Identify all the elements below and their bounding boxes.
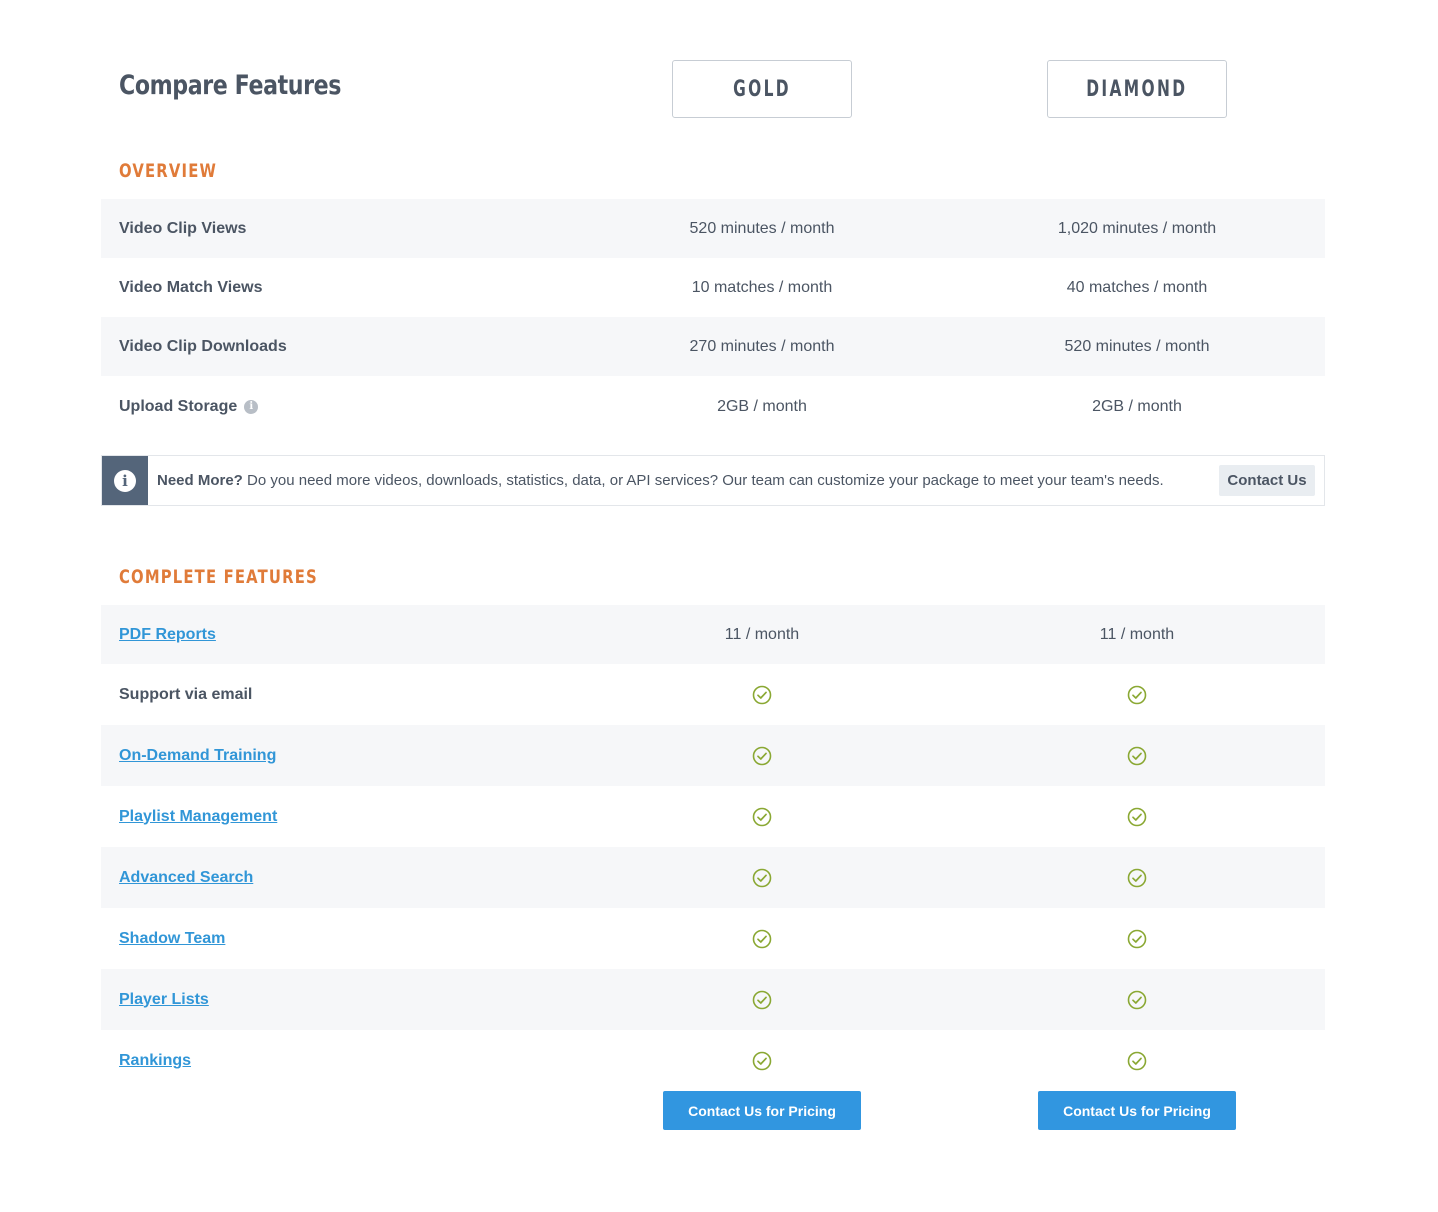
pdf-reports-diamond-value: 11 / month [1099,625,1175,643]
info-icon[interactable]: i [244,399,259,414]
video-match-views-diamond-value: 40 matches / month [1066,278,1208,296]
feature-row-shadow-team: Shadow Team [101,908,1325,969]
contact-pricing-diamond-button[interactable]: Contact Us for Pricing [1038,1091,1236,1130]
upload-storage-diamond-value: 2GB / month [1092,397,1182,415]
contact-pricing-gold-button[interactable]: Contact Us for Pricing [663,1091,861,1130]
feature-label: Video Match Views [119,279,262,297]
check-icon [987,1051,1287,1071]
section-title-complete-features: COMPLETE FEATURES [119,566,318,588]
check-icon [612,929,912,949]
overview-row-video-match-views: Video Match Views 10 matches / month 40 ma… [101,258,1325,317]
feature-label: Rankings [119,1052,191,1070]
complete-features-table: PDF Reports 11 / month 11 / month Support v… [101,605,1325,1091]
notice-bold: Need More? [157,472,243,489]
notice-body: Do you need more videos, downloads, stat… [242,472,1164,489]
plan-name-diamond: DIAMOND [1086,76,1188,102]
plan-header-diamond: DIAMOND [1047,60,1227,118]
feature-label: Support via email [119,686,252,704]
feature-link-shadow-team[interactable]: Shadow Team [119,930,225,948]
feature-row-rankings: Rankings [101,1030,1325,1091]
check-icon [612,868,912,888]
feature-label: Upload Storage i [119,397,259,416]
check-icon [987,807,1287,827]
feature-label: Advanced Search [119,869,253,887]
feature-label: PDF Reports [119,626,216,644]
feature-label: Player Lists [119,991,209,1009]
compare-features-page: Compare Features GOLD DIAMOND OVERVIEW V… [101,0,1325,1130]
feature-label-text: Video Clip Downloads [119,337,287,355]
feature-link-player-lists[interactable]: Player Lists [119,991,209,1009]
pdf-reports-gold-value: 11 / month [724,625,800,643]
plan-name-gold: GOLD [733,76,791,102]
check-icon [612,1051,912,1071]
info-icon: i [114,469,136,492]
feature-row-advanced-search: Advanced Search [101,847,1325,908]
check-icon [612,990,912,1010]
check-icon [612,685,912,705]
check-icon [987,929,1287,949]
check-icon [612,807,912,827]
overview-row-upload-storage: Upload Storage i 2GB / month 2GB / month [101,376,1325,437]
check-icon [987,990,1287,1010]
need-more-notice: i Need More? Do you need more videos, do… [101,455,1325,506]
feature-row-playlist-management: Playlist Management [101,786,1325,847]
section-title-overview: OVERVIEW [119,160,218,182]
upload-storage-gold-value: 2GB / month [717,397,807,415]
feature-label-text: Support via email [119,685,253,703]
feature-row-pdf-reports: PDF Reports 11 / month 11 / month [101,605,1325,664]
feature-link-pdf-reports[interactable]: PDF Reports [119,626,216,644]
feature-label: On-Demand Training [119,747,276,765]
feature-label-text: Upload Storage [119,397,238,415]
check-icon [612,746,912,766]
feature-label: Video Clip Views [119,220,246,238]
check-icon [987,746,1287,766]
feature-label-text: Video Match Views [119,278,263,296]
feature-label: Shadow Team [119,930,225,948]
contact-us-button[interactable]: Contact Us [1219,465,1315,496]
feature-row-player-lists: Player Lists [101,969,1325,1030]
video-clip-views-gold-value: 520 minutes / month [689,219,835,237]
compare-header: Compare Features GOLD DIAMOND [101,0,1325,140]
video-clip-downloads-diamond-value: 520 minutes / month [1064,337,1210,355]
overview-row-video-clip-downloads: Video Clip Downloads 270 minutes / month 5… [101,317,1325,376]
feature-label: Playlist Management [119,808,277,826]
notice-text: Need More? Do you need more videos, down… [157,472,1164,489]
check-icon [987,868,1287,888]
video-match-views-gold-value: 10 matches / month [691,278,833,296]
check-icon [987,685,1287,705]
feature-row-support-via-email: Support via email [101,664,1325,725]
feature-link-on-demand-training[interactable]: On-Demand Training [119,747,276,765]
feature-link-rankings[interactable]: Rankings [119,1052,191,1070]
overview-table: Video Clip Views 520 minutes / month 1,020… [101,199,1325,437]
feature-link-advanced-search[interactable]: Advanced Search [119,869,253,887]
video-clip-views-diamond-value: 1,020 minutes / month [1057,219,1217,237]
feature-label-text: Video Clip Views [119,219,247,237]
plan-header-gold: GOLD [672,60,852,118]
page-title: Compare Features [119,70,342,101]
overview-row-video-clip-views: Video Clip Views 520 minutes / month 1,020… [101,199,1325,258]
feature-row-on-demand-training: On-Demand Training [101,725,1325,786]
notice-icon-box: i [102,456,148,505]
video-clip-downloads-gold-value: 270 minutes / month [689,337,835,355]
feature-label: Video Clip Downloads [119,338,287,356]
feature-link-playlist-management[interactable]: Playlist Management [119,808,277,826]
